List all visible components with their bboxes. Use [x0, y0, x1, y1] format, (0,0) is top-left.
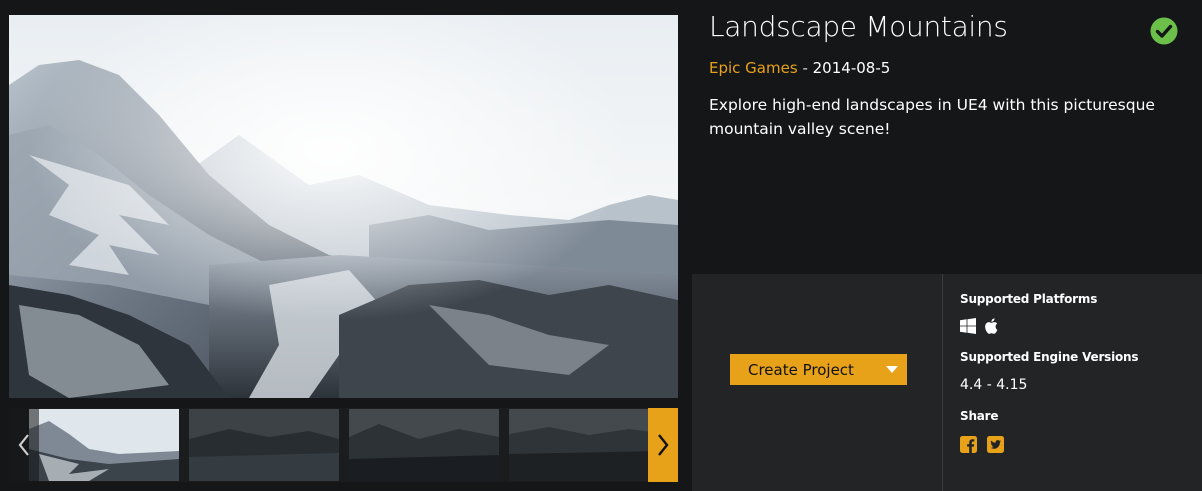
create-project-button[interactable]: Create Project	[730, 354, 907, 385]
apple-icon	[985, 318, 998, 334]
thumbnail-3[interactable]	[349, 409, 499, 481]
gallery-prev-button[interactable]	[9, 408, 39, 482]
meta-separator: -	[802, 59, 808, 77]
platform-icons	[960, 318, 998, 334]
platforms-heading: Supported Platforms	[960, 292, 1098, 306]
engine-versions-heading: Supported Engine Versions	[960, 350, 1139, 364]
caret-down-icon	[886, 366, 898, 373]
check-circle-icon	[1150, 17, 1178, 45]
share-icons	[960, 436, 1004, 457]
thumbnail-1[interactable]	[29, 409, 179, 481]
thumbnail-strip	[9, 408, 678, 482]
engine-versions-value: 4.4 - 4.15	[960, 377, 1028, 393]
share-heading: Share	[960, 409, 999, 423]
twitter-share-button[interactable]	[987, 436, 1004, 457]
facebook-share-button[interactable]	[960, 436, 977, 457]
details-panel: Create Project Supported Platforms Suppo…	[692, 274, 1202, 491]
product-meta: Epic Games - 2014-08-5	[709, 58, 890, 78]
release-date: 2014-08-5	[812, 59, 891, 77]
hero-image	[9, 15, 678, 398]
product-description: Explore high-end landscapes in UE4 with …	[709, 96, 1155, 138]
chevron-left-icon	[18, 434, 29, 456]
facebook-icon	[960, 436, 977, 453]
chevron-right-icon	[658, 434, 669, 456]
page-title: Landscape Mountains	[709, 10, 1008, 43]
panel-divider	[942, 274, 943, 491]
gallery-next-button[interactable]	[648, 408, 678, 482]
create-project-dropdown[interactable]	[877, 354, 907, 385]
windows-icon	[960, 318, 976, 334]
thumbnail-4[interactable]	[509, 409, 659, 481]
publisher-link[interactable]: Epic Games	[709, 59, 798, 77]
twitter-icon	[987, 436, 1004, 453]
create-project-label: Create Project	[748, 360, 854, 379]
thumbnail-2[interactable]	[189, 409, 339, 481]
